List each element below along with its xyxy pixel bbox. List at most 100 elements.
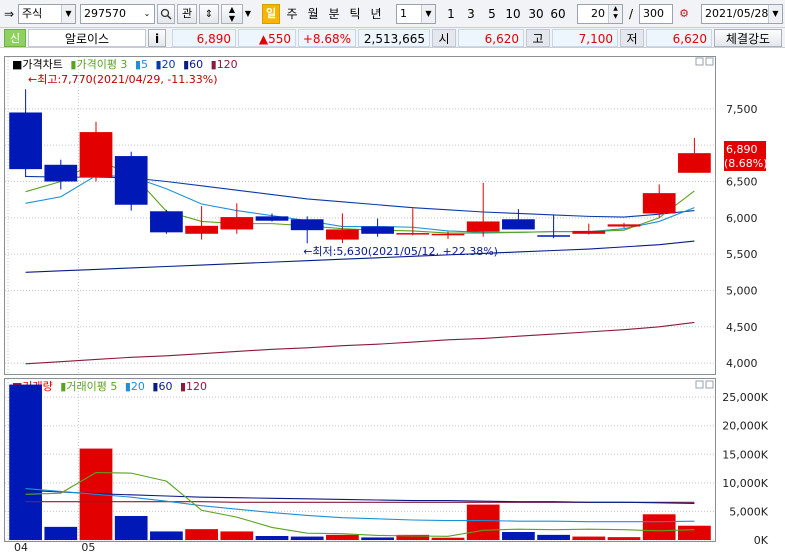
interval-select[interactable]: 1 ▼ [396, 4, 436, 24]
candle-body [361, 226, 394, 234]
date-value: 2021/05/28 [705, 7, 769, 20]
volume-tick-label: 15,000K [722, 448, 768, 461]
up-arrow-icon[interactable]: ▲ [222, 5, 242, 14]
interval-5-button[interactable]: 5 [485, 4, 499, 24]
volume-bar [607, 537, 641, 540]
dropdown-arrow-icon[interactable]: ▼ [243, 4, 253, 24]
low-annotation: ←최저:5,630(2021/05/12, +22.38%) [303, 245, 498, 258]
volume-bar [44, 526, 78, 540]
candle [150, 209, 183, 234]
volume-bar [537, 534, 570, 540]
view-count-input[interactable]: 20 ▲ ▼ [577, 4, 623, 24]
volume-tick-label: 0K [754, 534, 769, 547]
low-label: 저 [620, 29, 644, 47]
trade-volume: 2,513,665 [358, 29, 430, 47]
high-label: 고 [526, 29, 550, 47]
price-tick-label: 4,500 [726, 321, 758, 334]
high-price: 7,100 [552, 29, 618, 47]
stock-code-value: 297570 [84, 7, 126, 20]
period-day-button[interactable]: 일 [262, 4, 280, 24]
close-icon[interactable] [705, 57, 714, 66]
volume-bar [255, 536, 289, 540]
volume-bar [678, 525, 711, 540]
legend-square-icon: ■ [12, 58, 22, 71]
stock-code-input[interactable]: 297570 ⌄ [80, 4, 155, 24]
period-week-button[interactable]: 주 [283, 4, 301, 24]
volume-tick-label: 20,000K [722, 420, 768, 433]
volume-bar [9, 384, 42, 540]
candle-body [9, 112, 42, 170]
candle-body [255, 216, 289, 221]
stock-chart[interactable]: 7,5007,0006,5006,0005,5005,0004,5004,000… [0, 52, 785, 552]
search-button[interactable] [157, 4, 175, 24]
candle-body [326, 229, 359, 240]
last-price-label: 6,890 [726, 143, 758, 156]
down-arrow-icon[interactable]: ▼ [222, 14, 242, 23]
interval-60-button[interactable]: 60 [548, 4, 568, 24]
interval-10-button[interactable]: 10 [503, 4, 523, 24]
chevron-down-icon[interactable]: ▼ [61, 5, 75, 23]
period-tick-button[interactable]: 틱 [346, 4, 364, 24]
chevron-down-icon[interactable]: ▼ [768, 5, 782, 23]
candle-body [150, 211, 183, 233]
settings-icon[interactable]: ⚙ [676, 4, 692, 24]
change-rate: +8.68% [298, 29, 356, 47]
legend-ma120: 120 [217, 58, 238, 71]
chevron-down-icon[interactable]: ▼ [421, 5, 435, 23]
price-tick-label: 7,500 [726, 103, 758, 116]
info-button[interactable]: i [148, 29, 166, 47]
interval-3-button[interactable]: 3 [464, 4, 478, 24]
candle-body [431, 233, 465, 236]
legend-vma20: 20 [131, 380, 145, 393]
date-input[interactable]: 2021/05/28 ▼ [701, 4, 783, 24]
chevron-down-icon[interactable]: ⌄ [140, 5, 154, 23]
volume-bar [326, 534, 359, 540]
open-price: 6,620 [458, 29, 524, 47]
date-label: 05 [81, 541, 95, 552]
maximize-icon[interactable] [695, 57, 704, 66]
volume-bar [150, 531, 183, 540]
interval-value: 1 [400, 7, 407, 20]
volume-tick-label: 10,000K [722, 477, 768, 490]
total-count-input[interactable]: 300 [639, 4, 673, 24]
spin-icon[interactable]: ▲ ▼ [608, 5, 622, 23]
candle-body [502, 219, 535, 230]
legend-vma60: 60 [158, 380, 172, 393]
volume-bar [642, 514, 676, 540]
stock-stepper[interactable]: ▲ ▼ [221, 4, 243, 24]
volume-bar [572, 536, 606, 540]
period-year-button[interactable]: 년 [367, 4, 385, 24]
favorite-button[interactable]: 관 [177, 4, 197, 24]
price-tick-label: 5,000 [726, 284, 758, 297]
volume-bar [466, 504, 500, 540]
volume-bar [502, 532, 535, 540]
legend-vma120: 120 [186, 380, 207, 393]
legend-price: 가격차트 [22, 58, 62, 71]
price-legend: ■가격차트 ▮가격이평 3 ▮5 ▮20 ▮60 ▮120 [12, 58, 238, 71]
current-price: 6,890 [172, 29, 236, 47]
volume-bar [290, 536, 324, 540]
volume-tick-label: 25,000K [722, 391, 768, 404]
price-tick-label: 6,500 [726, 175, 758, 188]
close-icon[interactable] [705, 380, 714, 389]
volume-bar [220, 531, 254, 540]
interval-30-button[interactable]: 30 [526, 4, 546, 24]
interval-1-button[interactable]: 1 [444, 4, 458, 24]
market-select[interactable]: 주식 ▼ [18, 4, 76, 24]
legend-ma3: 가격이평 3 [76, 58, 127, 71]
high-annotation: ←최고:7,770(2021/04/29, -11.33%) [28, 73, 218, 86]
link-button[interactable]: ⇕ [199, 4, 219, 24]
market-value: 주식 [22, 7, 43, 20]
low-price: 6,620 [646, 29, 712, 47]
maximize-icon[interactable] [695, 380, 704, 389]
credit-badge: 신 [4, 29, 26, 47]
period-minute-button[interactable]: 분 [325, 4, 343, 24]
strength-button[interactable]: 체결강도 [714, 29, 782, 47]
candle [114, 151, 148, 211]
search-icon [160, 8, 172, 20]
menu-icon[interactable]: ⇒ [4, 4, 18, 24]
date-label: 04 [14, 541, 28, 552]
legend-vma5: 거래이평 5 [66, 380, 117, 393]
open-label: 시 [432, 29, 456, 47]
period-month-button[interactable]: 월 [304, 4, 322, 24]
